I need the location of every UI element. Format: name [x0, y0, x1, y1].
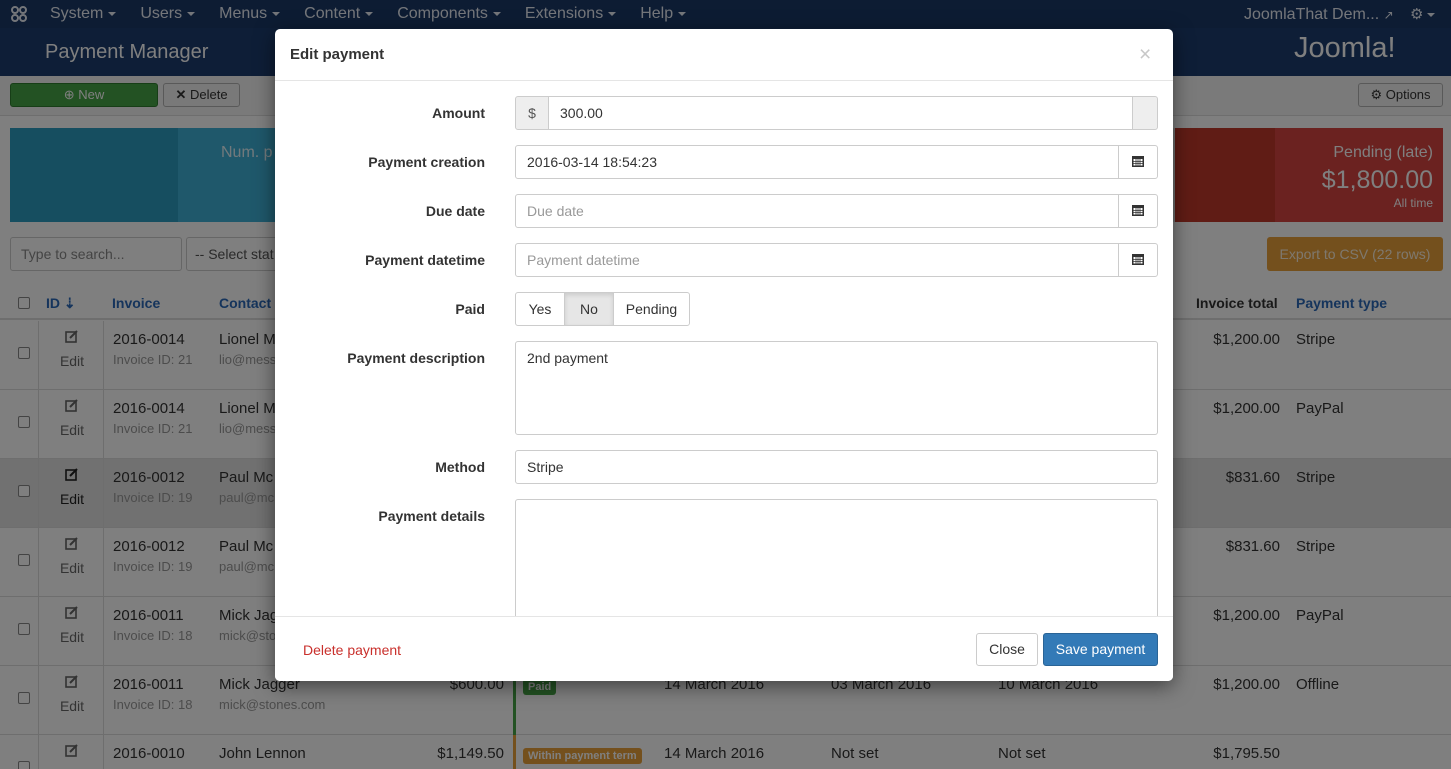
payment-datetime-calendar-button[interactable]	[1118, 243, 1158, 277]
modal-title: Edit payment	[290, 46, 385, 63]
payment-datetime-placeholder: Payment datetime	[527, 252, 640, 268]
details-label: Payment details	[378, 508, 485, 524]
paid-label: Paid	[455, 301, 485, 317]
paid-pending-button[interactable]: Pending	[613, 292, 690, 326]
close-button[interactable]: Close	[976, 633, 1038, 666]
payment-datetime-input[interactable]: Payment datetime	[515, 243, 1119, 277]
modal-footer: Delete payment Close Save payment	[275, 616, 1173, 681]
method-label: Method	[435, 459, 485, 475]
payment-datetime-label: Payment datetime	[365, 252, 485, 268]
creation-calendar-button[interactable]	[1118, 145, 1158, 179]
due-date-calendar-button[interactable]	[1118, 194, 1158, 228]
creation-label: Payment creation	[368, 154, 485, 170]
paid-yes-button[interactable]: Yes	[515, 292, 565, 326]
due-date-placeholder: Due date	[527, 203, 584, 219]
paid-no-button[interactable]: No	[564, 292, 614, 326]
due-date-label: Due date	[425, 203, 485, 219]
due-date-input[interactable]: Due date	[515, 194, 1119, 228]
amount-label: Amount	[432, 105, 485, 121]
amount-addon	[1132, 96, 1158, 130]
method-input[interactable]: Stripe	[515, 450, 1158, 484]
close-icon[interactable]: ×	[1139, 43, 1151, 67]
description-textarea[interactable]: 2nd payment	[515, 341, 1158, 435]
calendar-icon	[1132, 205, 1144, 216]
currency-addon: $	[515, 96, 549, 130]
delete-payment-link[interactable]: Delete payment	[303, 642, 401, 658]
modal-header: Edit payment ×	[275, 29, 1173, 81]
creation-input[interactable]: 2016-03-14 18:54:23	[515, 145, 1119, 179]
save-payment-button[interactable]: Save payment	[1043, 633, 1158, 666]
edit-payment-modal: Edit payment × Amount $ 300.00 Payment c…	[275, 29, 1173, 681]
description-label: Payment description	[347, 350, 485, 366]
amount-input[interactable]: 300.00	[548, 96, 1133, 130]
calendar-icon	[1132, 254, 1144, 265]
calendar-icon	[1132, 156, 1144, 167]
